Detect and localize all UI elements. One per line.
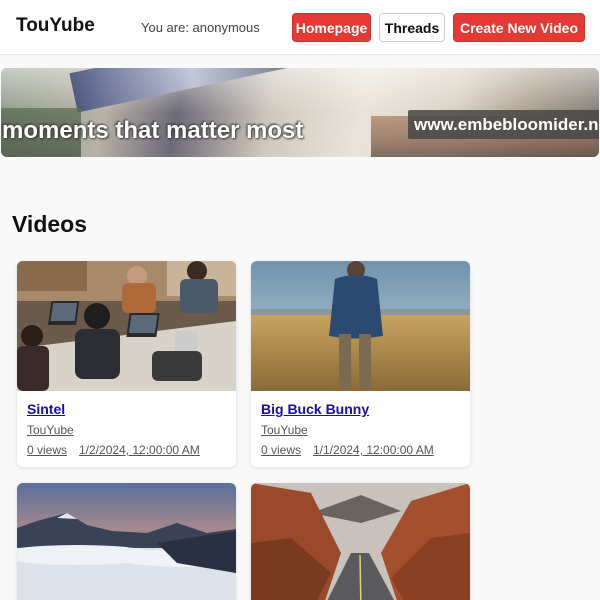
site-logo[interactable]: TouYube bbox=[16, 15, 95, 37]
video-card[interactable]: Sintel TouYube 0 views 1/2/2024, 12:00:0… bbox=[17, 261, 236, 467]
video-views-link[interactable]: 0 views bbox=[261, 443, 301, 457]
video-title-link[interactable]: Big Buck Bunny bbox=[261, 401, 369, 417]
create-new-video-button[interactable]: Create New Video bbox=[453, 13, 585, 42]
video-views-link[interactable]: 0 views bbox=[27, 443, 67, 457]
videos-heading: Videos bbox=[12, 211, 87, 237]
banner-url: www.embebloomider.n bbox=[414, 115, 599, 134]
user-status: You are: anonymous bbox=[141, 20, 260, 35]
video-date-link[interactable]: 1/2/2024, 12:00:00 AM bbox=[79, 443, 200, 457]
top-bar: TouYube You are: anonymous Homepage Thre… bbox=[0, 0, 600, 55]
video-date-link[interactable]: 1/1/2024, 12:00:00 AM bbox=[313, 443, 434, 457]
video-card[interactable] bbox=[251, 483, 470, 600]
video-thumbnail[interactable] bbox=[17, 261, 236, 391]
video-thumbnail[interactable] bbox=[251, 483, 470, 600]
banner-overlay: moments that matter most www.embebloomid… bbox=[1, 68, 599, 157]
video-channel-link[interactable]: TouYube bbox=[261, 423, 308, 437]
video-thumbnail[interactable] bbox=[17, 483, 236, 600]
homepage-button[interactable]: Homepage bbox=[292, 13, 371, 42]
threads-button[interactable]: Threads bbox=[379, 13, 445, 42]
video-title-link[interactable]: Sintel bbox=[27, 401, 65, 417]
video-thumbnail[interactable] bbox=[251, 261, 470, 391]
video-card[interactable] bbox=[17, 483, 236, 600]
video-channel-link[interactable]: TouYube bbox=[27, 423, 74, 437]
banner-tagline: moments that matter most bbox=[2, 117, 304, 144]
video-card[interactable]: Big Buck Bunny TouYube 0 views 1/1/2024,… bbox=[251, 261, 470, 467]
